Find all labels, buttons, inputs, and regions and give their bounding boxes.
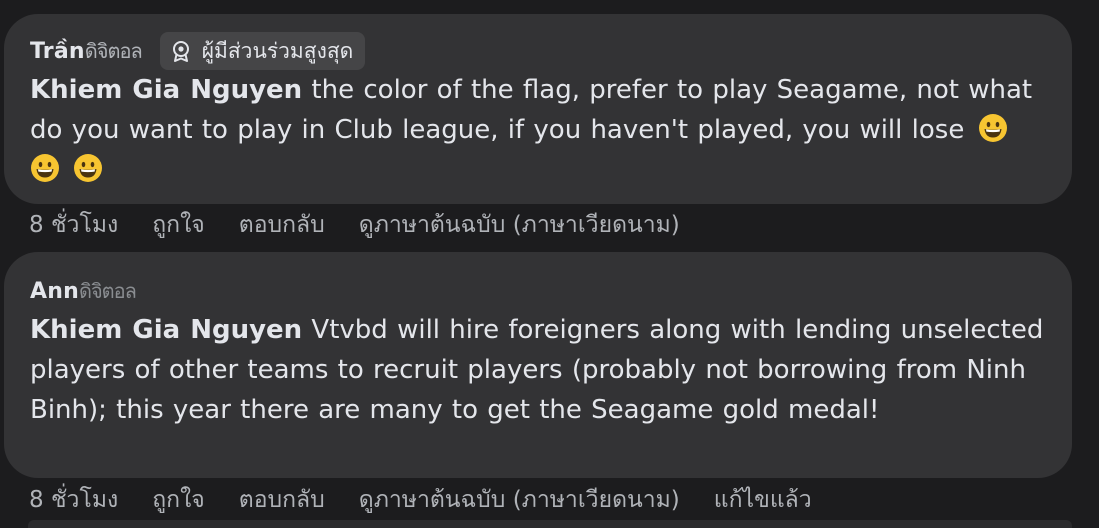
edited-label[interactable]: แก้ไขแล้ว xyxy=(714,482,812,518)
like-button[interactable]: ถูกใจ xyxy=(152,482,205,518)
top-fan-badge-icon xyxy=(172,41,189,62)
comment-actions: 8 ชั่วโมง ถูกใจ ตอบกลับ ดูภาษาต้นฉบับ (ภ… xyxy=(29,207,714,243)
reply-button[interactable]: ตอบกลับ xyxy=(239,482,325,518)
comment-bubble: Trần ดิจิตอล ผู้มีส่วนร่วมสูงสุด Khiem Gi… xyxy=(4,14,1072,204)
top-fan-badge-label: ผู้มีส่วนร่วมสูงสุด xyxy=(201,38,354,63)
comment-timestamp[interactable]: 8 ชั่วโมง xyxy=(29,482,118,518)
comment-body: Khiem Gia Nguyen Vtvbd will hire foreign… xyxy=(30,310,1046,430)
comment-author-name-suffix[interactable]: ดิจิตอล xyxy=(79,275,137,307)
see-original-button[interactable]: ดูภาษาต้นฉบับ (ภาษาเวียดนาม) xyxy=(359,207,680,243)
mention-link[interactable]: Khiem Gia Nguyen xyxy=(30,315,302,345)
comment-timestamp[interactable]: 8 ชั่วโมง xyxy=(29,207,118,243)
reply-button[interactable]: ตอบกลับ xyxy=(239,207,325,243)
grinning-face-emoji xyxy=(31,154,59,182)
mention-link[interactable]: Khiem Gia Nguyen xyxy=(30,75,302,105)
see-original-button[interactable]: ดูภาษาต้นฉบับ (ภาษาเวียดนาม) xyxy=(359,482,680,518)
grinning-face-emoji xyxy=(74,154,103,182)
comment-author-name[interactable]: Ann xyxy=(30,279,79,304)
comment-author-line: Trần ดิจิตอล ผู้มีส่วนร่วมสูงสุด xyxy=(30,32,1046,70)
comment-author-name-suffix[interactable]: ดิจิตอล xyxy=(85,35,143,67)
comment-body: Khiem Gia Nguyen the color of the flag, … xyxy=(30,70,1046,190)
comment-author-line: Ann ดิจิตอล xyxy=(30,274,1046,308)
comments-thread: Trần ดิจิตอล ผู้มีส่วนร่วมสูงสุด Khiem Gi… xyxy=(0,0,1099,528)
comment-author-name[interactable]: Trần xyxy=(30,39,85,64)
next-comment-edge xyxy=(28,520,1072,528)
grinning-face-emoji xyxy=(978,114,1007,142)
comment-bubble: Ann ดิจิตอล Khiem Gia Nguyen Vtvbd will h… xyxy=(4,252,1072,478)
comment-actions: 8 ชั่วโมง ถูกใจ ตอบกลับ ดูภาษาต้นฉบับ (ภ… xyxy=(29,482,846,518)
top-fan-badge[interactable]: ผู้มีส่วนร่วมสูงสุด xyxy=(159,32,366,70)
like-button[interactable]: ถูกใจ xyxy=(152,207,205,243)
